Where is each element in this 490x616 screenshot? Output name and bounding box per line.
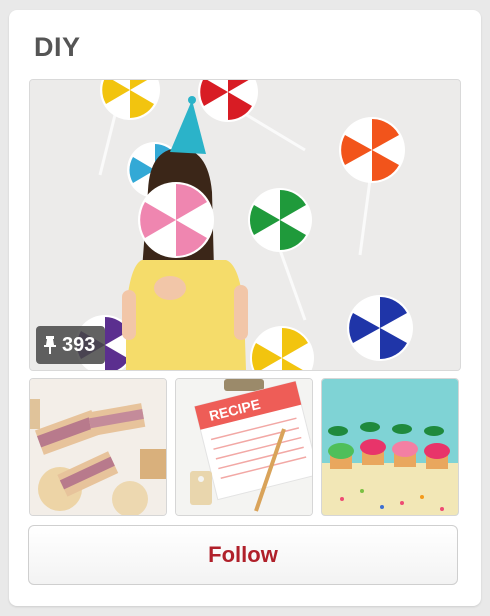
board-card: DIY 393 RECIPE Follow bbox=[9, 10, 481, 606]
board-cover-image[interactable]: 393 bbox=[29, 79, 461, 371]
recipe-card-thumbnail[interactable]: RECIPE bbox=[175, 378, 313, 516]
pin-count: 393 bbox=[62, 333, 96, 356]
board-title[interactable]: DIY bbox=[34, 32, 81, 63]
dessert-bars-thumbnail[interactable] bbox=[29, 378, 167, 516]
board-thumbnails: RECIPE bbox=[29, 378, 461, 516]
pin-icon bbox=[44, 336, 56, 354]
follow-button[interactable]: Follow bbox=[28, 525, 458, 585]
cupcakes-thumbnail[interactable] bbox=[321, 378, 459, 516]
pin-count-badge: 393 bbox=[36, 326, 106, 364]
